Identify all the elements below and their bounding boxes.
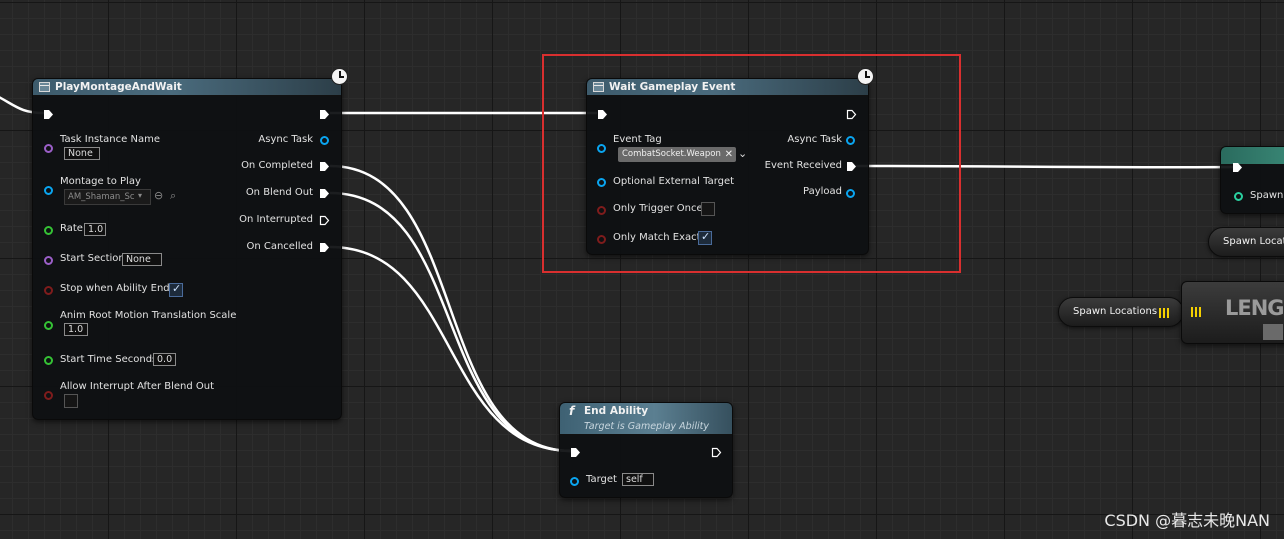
allow-interrupt-label: Allow Interrupt After Blend Out bbox=[60, 381, 215, 392]
spawn-locations-node[interactable]: Spawn Locations bbox=[1058, 297, 1184, 327]
on-blend-out-label: On Blend Out bbox=[245, 187, 313, 198]
anim-root-motion-field[interactable]: 1.0 bbox=[64, 323, 88, 336]
start-section-field[interactable]: None bbox=[122, 253, 162, 266]
checkmark-icon: ✓ bbox=[172, 282, 182, 295]
exec-out-pin[interactable] bbox=[711, 447, 722, 458]
on-completed-pin[interactable] bbox=[319, 161, 330, 172]
exec-in-pin[interactable] bbox=[43, 109, 54, 120]
stop-when-ability-ends-pin[interactable] bbox=[44, 286, 53, 295]
node-header[interactable]: f End Ability Target is Gameplay Ability bbox=[560, 403, 732, 435]
montage-to-play-dropdown[interactable]: AM_Shaman_Sc ▾ bbox=[64, 189, 151, 205]
spawn-locat-node[interactable]: Spawn Locat bbox=[1208, 227, 1284, 257]
on-interrupted-pin[interactable] bbox=[319, 215, 330, 226]
wire-cancelled-to-end bbox=[329, 245, 573, 453]
target-field[interactable]: self bbox=[622, 473, 654, 486]
spawn-node[interactable]: Spawn bbox=[1220, 146, 1284, 214]
start-time-seconds-field[interactable]: 0.0 bbox=[153, 353, 176, 366]
stop-when-ability-ends-label: Stop when Ability Ends bbox=[60, 283, 175, 294]
chevron-down-icon: ▾ bbox=[138, 191, 143, 200]
start-section-pin[interactable] bbox=[44, 256, 53, 265]
anim-root-motion-label: Anim Root Motion Translation Scale bbox=[60, 310, 237, 321]
node-title: PlayMontageAndWait bbox=[55, 81, 182, 93]
allow-interrupt-checkbox[interactable] bbox=[64, 394, 78, 408]
length-label: LENG bbox=[1225, 296, 1284, 320]
exec-in-pin[interactable] bbox=[570, 447, 581, 458]
allow-interrupt-pin[interactable] bbox=[44, 391, 53, 400]
end-ability-node[interactable]: f End Ability Target is Gameplay Ability… bbox=[559, 402, 733, 498]
wire-completed-to-end bbox=[329, 164, 573, 453]
on-interrupted-label: On Interrupted bbox=[239, 214, 313, 225]
start-time-seconds-label: Start Time Seconds bbox=[60, 354, 158, 365]
on-cancelled-pin[interactable] bbox=[319, 242, 330, 253]
task-instance-name-label: Task Instance Name bbox=[60, 134, 160, 145]
rate-field[interactable]: 1.0 bbox=[84, 223, 106, 236]
spawn-pin[interactable] bbox=[1234, 192, 1243, 201]
montage-to-play-value: AM_Shaman_Sc bbox=[68, 192, 135, 202]
latent-clock-icon bbox=[331, 68, 348, 85]
target-label: Target bbox=[586, 474, 617, 485]
async-node-icon bbox=[39, 82, 50, 92]
on-completed-label: On Completed bbox=[241, 160, 313, 171]
highlight-box bbox=[542, 54, 961, 273]
node-subtitle: Target is Gameplay Ability bbox=[584, 421, 709, 432]
browse-arrow-icon[interactable]: ⊖ bbox=[154, 189, 163, 202]
async-task-output-pin[interactable] bbox=[320, 136, 329, 145]
rate-pin[interactable] bbox=[44, 226, 53, 235]
length-node[interactable]: LENG bbox=[1181, 281, 1284, 344]
exec-out-pin[interactable] bbox=[319, 109, 330, 120]
node-title: End Ability bbox=[584, 405, 649, 417]
task-instance-name-field[interactable]: None bbox=[64, 147, 100, 160]
start-section-label: Start Section bbox=[60, 253, 125, 264]
montage-to-play-label: Montage to Play bbox=[60, 176, 141, 187]
montage-to-play-pin[interactable] bbox=[44, 186, 53, 195]
array-input-pin-icon[interactable] bbox=[1191, 307, 1201, 317]
node-header[interactable] bbox=[1221, 147, 1284, 165]
play-montage-and-wait-node[interactable]: PlayMontageAndWait Task Instance Name No… bbox=[32, 78, 342, 420]
spawn-locat-label: Spawn Locat bbox=[1223, 236, 1284, 247]
anim-root-motion-pin[interactable] bbox=[44, 321, 53, 330]
rate-label: Rate bbox=[60, 223, 83, 234]
on-blend-out-pin[interactable] bbox=[319, 188, 330, 199]
target-pin[interactable] bbox=[570, 477, 579, 486]
task-instance-name-pin[interactable] bbox=[44, 144, 53, 153]
watermark: CSDN @暮志未晚NAN bbox=[1104, 511, 1270, 530]
spawn-locations-label: Spawn Locations bbox=[1073, 306, 1158, 317]
wire-blendout-to-end bbox=[329, 191, 573, 453]
exec-in-pin[interactable] bbox=[1232, 162, 1243, 173]
search-icon[interactable]: ⌕ bbox=[170, 189, 176, 203]
start-time-seconds-pin[interactable] bbox=[44, 356, 53, 365]
async-task-output-label: Async Task bbox=[258, 134, 313, 145]
spawn-label: Spawn bbox=[1250, 190, 1284, 201]
node-header[interactable]: PlayMontageAndWait bbox=[33, 79, 341, 96]
on-cancelled-label: On Cancelled bbox=[246, 241, 313, 252]
stop-when-ability-ends-checkbox[interactable]: ✓ bbox=[169, 282, 183, 297]
integer-output-icon bbox=[1263, 324, 1283, 340]
function-icon: f bbox=[569, 404, 575, 418]
array-pin-icon[interactable] bbox=[1159, 308, 1169, 318]
